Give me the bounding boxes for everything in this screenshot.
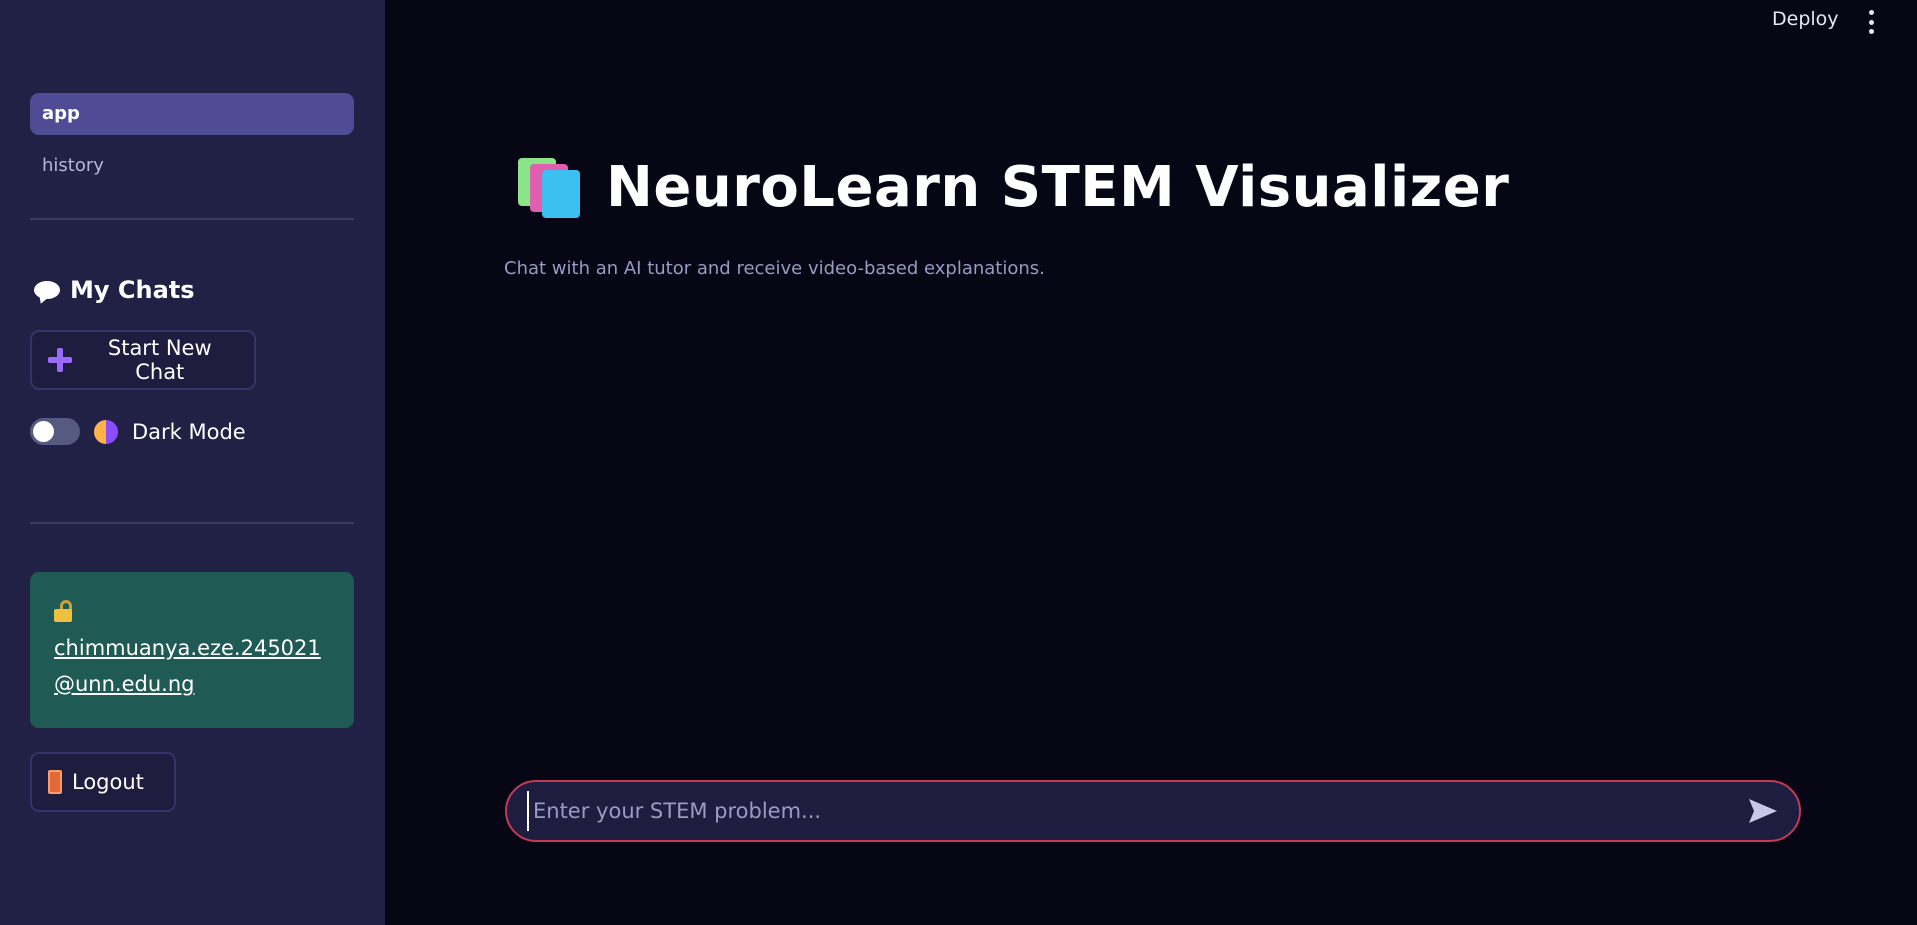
logout-button[interactable]: Logout <box>30 752 176 812</box>
more-options-icon[interactable] <box>1864 10 1878 34</box>
toggle-knob <box>33 421 54 442</box>
user-card: chimmuanya.eze.245021@unn.edu.ng <box>30 572 354 728</box>
deploy-button[interactable]: Deploy <box>1772 8 1839 30</box>
my-chats-heading: My Chats <box>34 276 195 304</box>
speech-bubble-icon <box>34 281 60 299</box>
user-email-link[interactable]: chimmuanya.eze.245021@unn.edu.ng <box>54 630 330 702</box>
chat-input-bar <box>505 780 1801 842</box>
sidebar: app history My Chats Start New Chat Dark… <box>0 0 385 925</box>
plus-icon <box>48 348 72 372</box>
chat-input[interactable] <box>527 791 1747 831</box>
sidebar-item-label: history <box>42 155 104 176</box>
my-chats-label: My Chats <box>70 276 195 304</box>
books-icon <box>514 154 584 220</box>
sidebar-divider <box>30 522 354 524</box>
app-root: app history My Chats Start New Chat Dark… <box>0 0 1917 925</box>
start-new-chat-label: Start New Chat <box>107 336 212 384</box>
page-header: NeuroLearn STEM Visualizer <box>514 154 1509 220</box>
dark-mode-label: Dark Mode <box>132 419 246 444</box>
door-icon <box>48 770 62 794</box>
sidebar-item-label: app <box>42 103 80 124</box>
logout-label: Logout <box>72 770 144 794</box>
unlocked-lock-icon <box>54 600 74 622</box>
sidebar-item-app[interactable]: app <box>30 93 354 135</box>
dark-mode-row: Dark Mode <box>30 418 246 445</box>
half-moon-icon <box>94 419 118 444</box>
sidebar-divider <box>30 218 354 220</box>
sidebar-item-history[interactable]: history <box>30 145 354 187</box>
start-new-chat-button[interactable]: Start New Chat <box>30 330 256 390</box>
dark-mode-toggle[interactable] <box>30 418 80 445</box>
send-icon[interactable] <box>1747 797 1779 825</box>
page-subtitle: Chat with an AI tutor and receive video-… <box>504 258 1045 279</box>
page-title: NeuroLearn STEM Visualizer <box>606 154 1510 220</box>
